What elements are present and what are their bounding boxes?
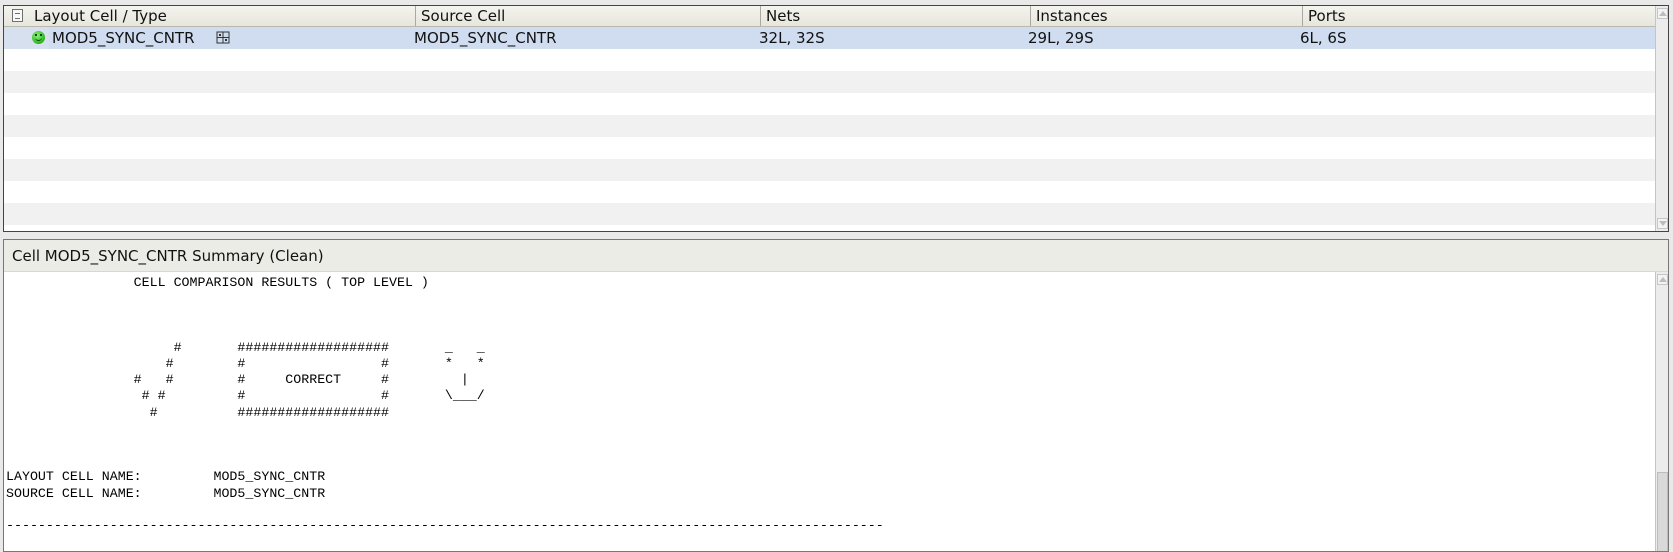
summary-report: CELL COMPARISON RESULTS ( TOP LEVEL ) # … (4, 272, 1655, 551)
empty-row (4, 49, 1656, 71)
empty-row (4, 159, 1656, 182)
empty-row (4, 203, 1656, 226)
ports-value: 6L, 6S (1300, 29, 1347, 47)
column-header-nets[interactable]: Nets (761, 6, 1031, 26)
empty-row (4, 181, 1656, 203)
table-header: Layout Cell / Type Source Cell Nets Inst… (4, 6, 1656, 27)
hierarchy-icon[interactable] (216, 31, 230, 44)
empty-row (4, 115, 1656, 138)
table-scrollbar[interactable] (1655, 6, 1668, 231)
scroll-down-arrow-icon[interactable] (1657, 218, 1668, 229)
instances-value: 29L, 29S (1028, 29, 1094, 47)
empty-row (4, 137, 1656, 159)
scroll-up-arrow-icon[interactable] (1657, 274, 1668, 285)
empty-row (4, 93, 1656, 115)
empty-row (4, 71, 1656, 94)
summary-panel: Cell MOD5_SYNC_CNTR Summary (Clean) CELL… (3, 239, 1669, 552)
scroll-up-arrow-icon[interactable] (1657, 8, 1668, 19)
smiley-correct-icon (32, 31, 45, 44)
column-header-ports[interactable]: Ports (1303, 6, 1656, 26)
summary-scrollbar[interactable] (1655, 272, 1668, 551)
column-header-instances[interactable]: Instances (1031, 6, 1303, 26)
column-header-source-cell[interactable]: Source Cell (416, 6, 761, 26)
source-cell-name: MOD5_SYNC_CNTR (414, 29, 557, 47)
comparison-report-text: CELL COMPARISON RESULTS ( TOP LEVEL ) # … (6, 275, 884, 534)
row-selection-highlight (49, 27, 1656, 49)
scrollbar-thumb[interactable] (1657, 472, 1668, 551)
table-row[interactable]: MOD5_SYNC_CNTR MOD5_SYNC_CNTR 32L, 32S 2… (4, 27, 1656, 50)
nets-value: 32L, 32S (759, 29, 825, 47)
layout-cell-name[interactable]: MOD5_SYNC_CNTR (52, 27, 195, 49)
column-header-layout-cell[interactable]: Layout Cell / Type (4, 6, 416, 26)
cell-results-table: Layout Cell / Type Source Cell Nets Inst… (3, 5, 1669, 232)
summary-title: Cell MOD5_SYNC_CNTR Summary (Clean) (4, 240, 1668, 272)
